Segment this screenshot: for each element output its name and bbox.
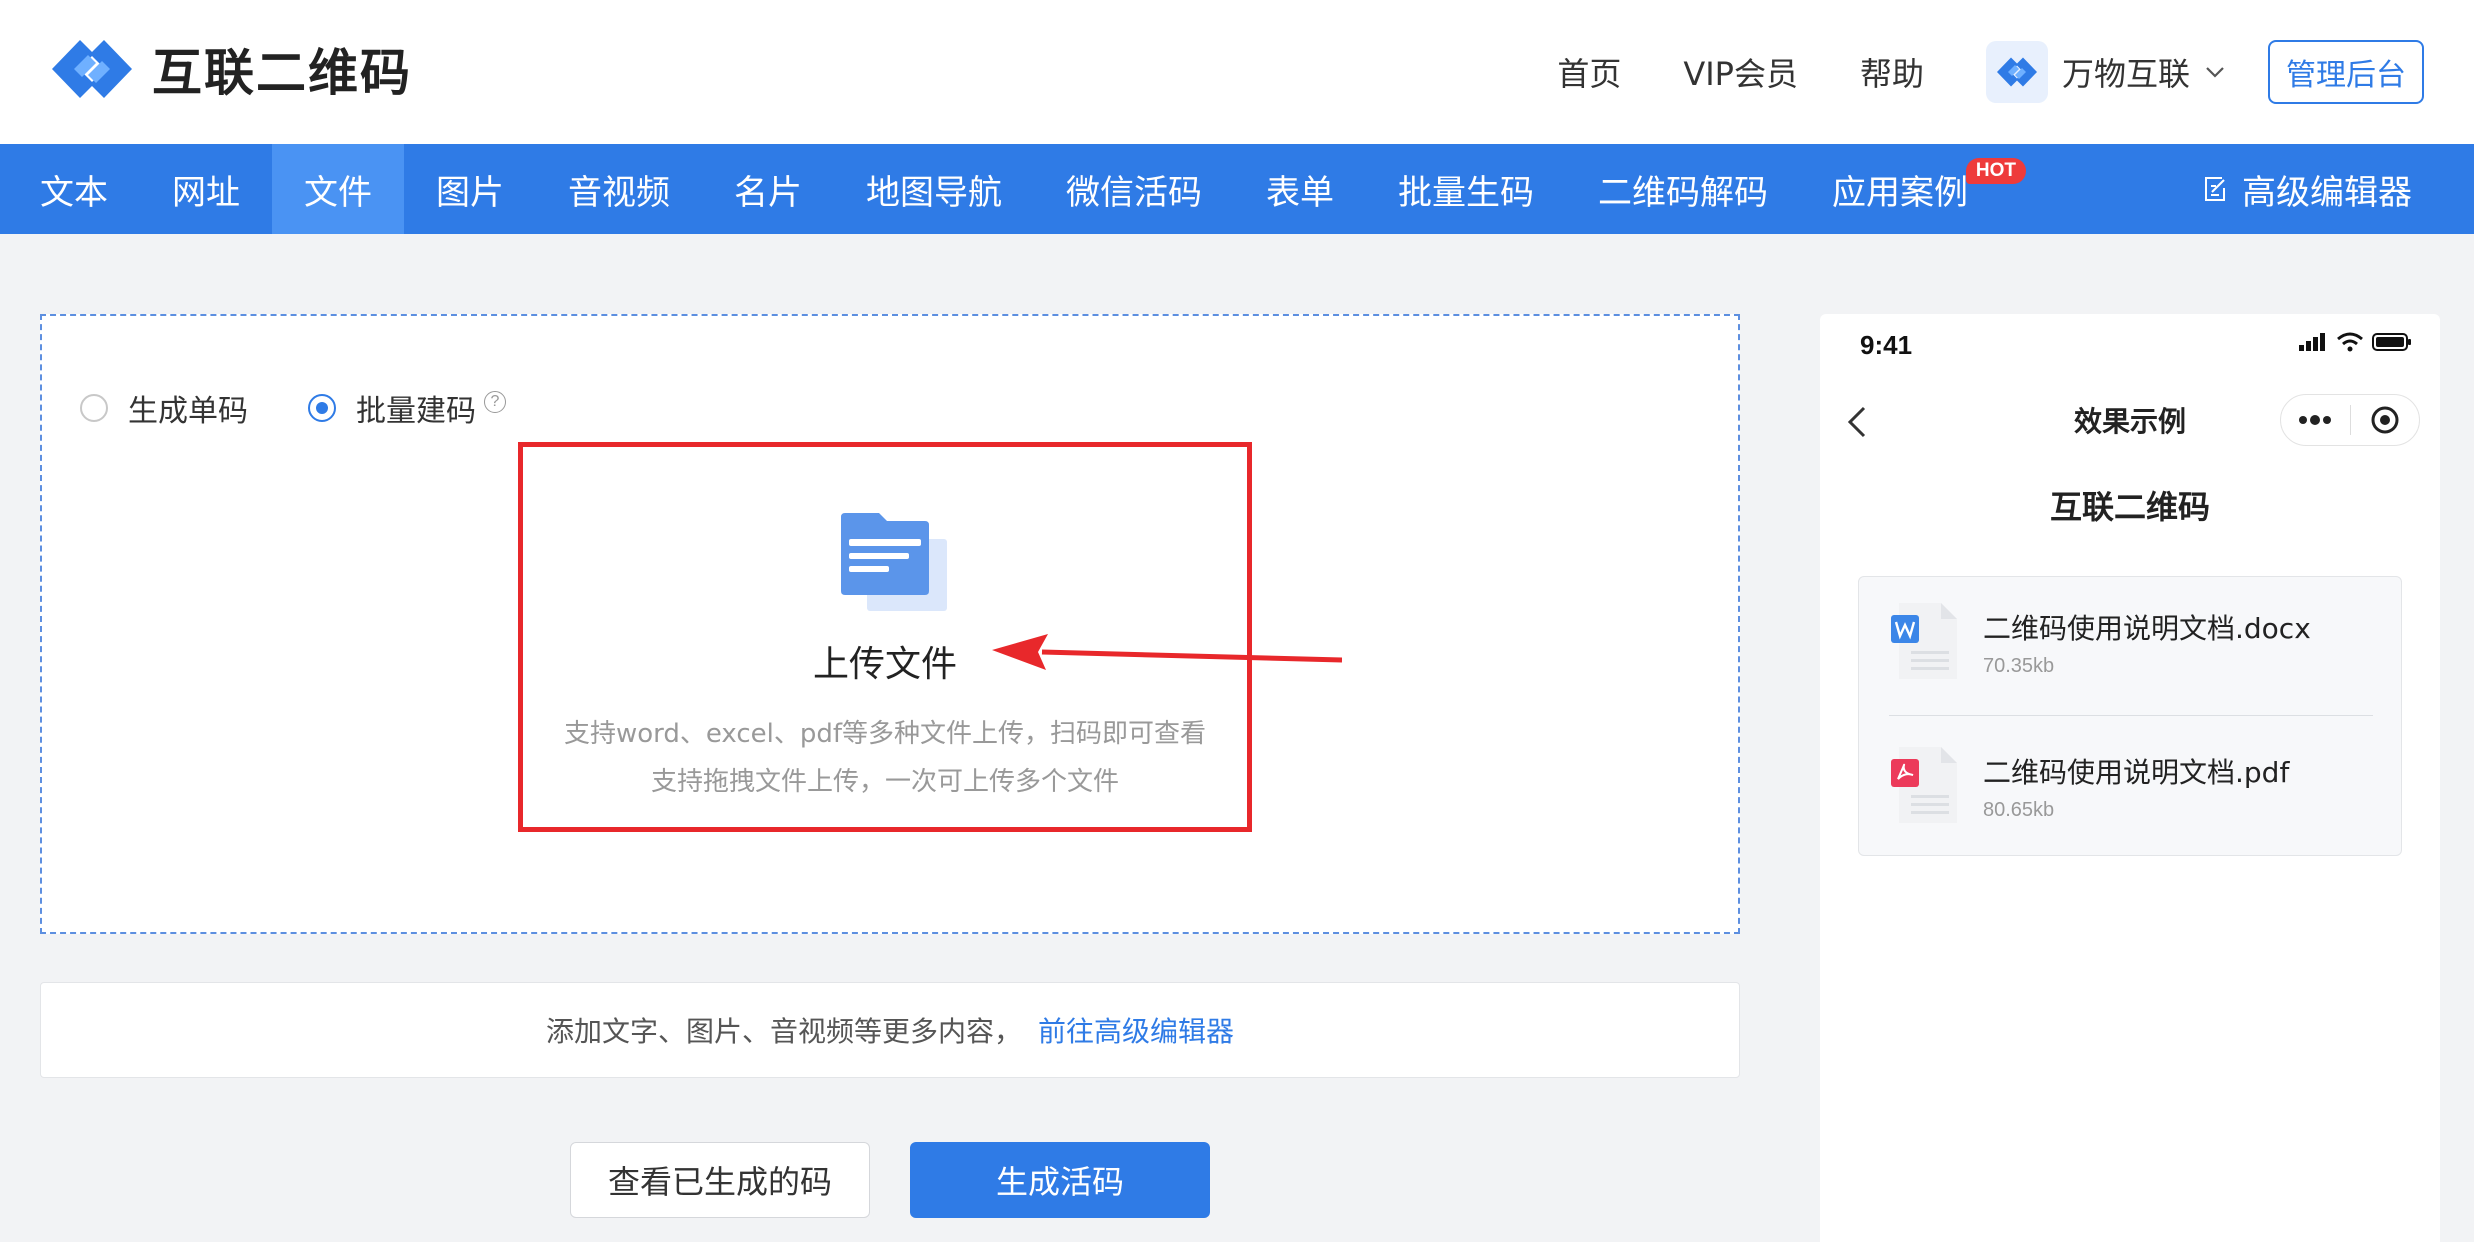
nav-item-decode[interactable]: 二维码解码	[1566, 144, 1800, 234]
file-list-card: 二维码使用说明文档.docx 70.35kb 二维码使用说明文档.pdf 80.…	[1858, 576, 2402, 856]
logo-text: 互联二维码	[152, 44, 412, 102]
chevron-down-icon	[2206, 67, 2224, 78]
signal-icon	[2299, 333, 2325, 351]
nav-item-file[interactable]: 文件	[272, 144, 404, 234]
nav-item-cases[interactable]: 应用案例 HOT	[1800, 144, 2026, 234]
radio-single[interactable]	[80, 394, 108, 422]
radio-batch[interactable]	[308, 394, 336, 422]
brand-logo-icon	[1996, 57, 2037, 87]
file-name: 二维码使用说明文档.pdf	[1983, 756, 2290, 789]
brand-switch-name: 万物互联	[2061, 55, 2190, 93]
nav-item-text[interactable]: 文本	[8, 144, 140, 234]
nav-item-wechat[interactable]: 微信活码	[1034, 144, 1234, 234]
hot-badge: HOT	[1965, 158, 2026, 184]
top-link-vip[interactable]: VIP会员	[1683, 49, 1798, 95]
file-size: 70.35kb	[1983, 655, 2055, 677]
upload-panel: 生成单码 批量建码 ? 上传文件 支持word、excel、pdf等多种文件上传…	[40, 314, 1740, 934]
nav-item-card[interactable]: 名片	[702, 144, 834, 234]
status-time: 9:41	[1860, 330, 1913, 360]
close-target-icon[interactable]	[2351, 394, 2420, 446]
brand-switcher[interactable]: 万物互联	[1985, 41, 2226, 103]
top-link-help[interactable]: 帮助	[1860, 49, 1924, 95]
top-links: 首页 VIP会员 帮助 万物互联 管理后台	[1557, 0, 2474, 144]
top-link-home[interactable]: 首页	[1557, 49, 1621, 95]
pdf-icon	[1891, 747, 1957, 823]
hint-editor-link[interactable]: 前往高级编辑器	[1038, 1010, 1234, 1050]
mode-batch[interactable]: 批量建码 ?	[308, 386, 506, 430]
nav-item-media[interactable]: 音视频	[536, 144, 702, 234]
file-name: 二维码使用说明文档.docx	[1983, 612, 2311, 645]
nav-item-batch[interactable]: 批量生码	[1366, 144, 1566, 234]
help-icon[interactable]: ?	[484, 391, 506, 413]
mode-single[interactable]: 生成单码	[80, 386, 248, 430]
nav-item-image[interactable]: 图片	[404, 144, 536, 234]
nav-item-url[interactable]: 网址	[140, 144, 272, 234]
list-item[interactable]: 二维码使用说明文档.docx 70.35kb	[1859, 577, 2401, 707]
main-nav: 文本 网址 文件 图片 音视频 名片 地图导航 微信活码 表单 批量生码 二维码…	[0, 144, 2474, 234]
list-item[interactable]: 二维码使用说明文档.pdf 80.65kb	[1859, 721, 2401, 851]
view-generated-button[interactable]: 查看已生成的码	[570, 1142, 870, 1218]
generate-button[interactable]: 生成活码	[910, 1142, 1210, 1218]
mode-selector: 生成单码 批量建码 ?	[80, 386, 566, 430]
more-icon[interactable]	[2281, 394, 2350, 446]
wifi-icon	[2337, 332, 2363, 352]
upload-desc-line1: 支持word、excel、pdf等多种文件上传，扫码即可查看	[563, 719, 1207, 749]
file-size: 80.65kb	[1983, 799, 2055, 821]
folder-icon	[841, 513, 947, 611]
admin-button[interactable]: 管理后台	[2268, 40, 2424, 104]
brand-switch-logo	[1985, 41, 2048, 103]
divider	[1889, 715, 2373, 716]
mini-program-capsule	[2280, 394, 2420, 446]
phone-nav-bar: 效果示例	[1820, 386, 2440, 456]
preview-title: 互联二维码	[2049, 488, 2210, 526]
upload-desc-line2: 支持拖拽文件上传，一次可上传多个文件	[650, 767, 1119, 797]
header: 互联二维码 首页 VIP会员 帮助 万物互联 管理后台	[0, 0, 2474, 144]
advanced-editor-link[interactable]: 高级编辑器	[2200, 144, 2412, 234]
phone-preview: 9:41 效果示例 互联二维码 二维码使用说明文档.docx 70.35kb 二…	[1820, 314, 2440, 1242]
status-icons	[2290, 332, 2412, 352]
battery-icon	[2372, 333, 2411, 351]
logo[interactable]: 互联二维码	[44, 34, 412, 104]
nav-item-map[interactable]: 地图导航	[834, 144, 1034, 234]
word-icon	[1891, 603, 1957, 679]
editor-hint-bar: 添加文字、图片、音视频等更多内容， 前往高级编辑器	[40, 982, 1740, 1078]
nav-item-form[interactable]: 表单	[1234, 144, 1366, 234]
annotation-arrow-icon	[992, 634, 1342, 670]
hint-text: 添加文字、图片、音视频等更多内容，	[545, 1015, 1022, 1048]
edit-icon	[2205, 177, 2225, 201]
logo-icon	[52, 40, 132, 98]
